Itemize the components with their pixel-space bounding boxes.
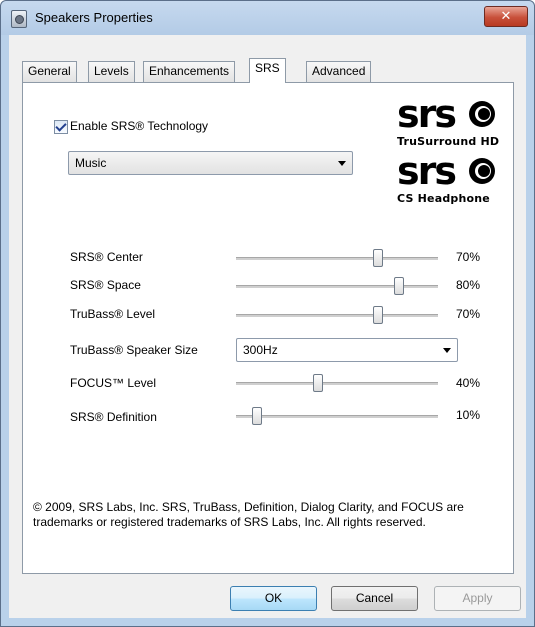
enable-srs-checkbox[interactable]	[54, 120, 68, 134]
window-title: Speakers Properties	[35, 10, 153, 25]
srs-logo-mark: srs	[397, 149, 457, 193]
cancel-button[interactable]: Cancel	[331, 586, 418, 611]
srs-center-slider[interactable]	[236, 248, 438, 268]
logo-subtitle: TruSurround HD	[397, 135, 500, 148]
srs-center-value: 70%	[456, 250, 481, 264]
slider-thumb[interactable]	[312, 374, 323, 392]
srs-logo-mark: srs	[397, 92, 457, 136]
focus-level-slider[interactable]	[236, 373, 438, 393]
trubass-level-slider[interactable]	[236, 305, 438, 325]
trubass-speaker-size-label: TruBass® Speaker Size	[70, 343, 198, 357]
chevron-down-icon	[338, 161, 346, 166]
focus-level-label: FOCUS™ Level	[70, 376, 157, 390]
ok-button[interactable]: OK	[230, 586, 317, 611]
preset-value: Music	[75, 156, 107, 170]
tab-levels[interactable]: Levels	[88, 61, 135, 82]
speaker-icon	[11, 10, 27, 28]
srs-space-label: SRS® Space	[70, 278, 141, 292]
slider-thumb[interactable]	[393, 277, 404, 295]
srs-definition-value: 10%	[456, 408, 481, 422]
focus-level-value: 40%	[456, 376, 481, 390]
title-bar[interactable]: Speakers Properties ✕	[1, 1, 534, 35]
srs-trusurround-logo: srs TruSurround HD	[397, 95, 502, 150]
slider-thumb[interactable]	[252, 407, 263, 425]
tab-srs[interactable]: SRS	[249, 58, 286, 83]
srs-space-value: 80%	[456, 278, 481, 292]
enable-srs-label[interactable]: Enable SRS® Technology	[70, 119, 208, 133]
trubass-level-value: 70%	[456, 307, 481, 321]
copyright-notice: © 2009, SRS Labs, Inc. SRS, TruBass, Def…	[33, 500, 464, 529]
srs-headphone-logo: srs CS Headphone	[397, 152, 502, 207]
logo-subtitle: CS Headphone	[397, 192, 490, 205]
chevron-down-icon	[443, 348, 451, 353]
slider-track	[236, 415, 438, 418]
srs-orb-icon	[469, 158, 495, 184]
speaker-size-value: 300Hz	[243, 343, 278, 357]
slider-thumb[interactable]	[373, 249, 384, 267]
tab-advanced[interactable]: Advanced	[306, 61, 372, 82]
tab-general[interactable]: General	[22, 61, 77, 82]
trubass-level-label: TruBass® Level	[70, 307, 156, 321]
tab-enhancements[interactable]: Enhancements	[143, 61, 236, 82]
close-button[interactable]: ✕	[484, 6, 528, 27]
srs-center-label: SRS® Center	[70, 250, 143, 264]
slider-track	[236, 314, 438, 317]
speaker-size-dropdown[interactable]: 300Hz	[236, 338, 458, 362]
srs-definition-slider[interactable]	[236, 406, 438, 426]
slider-track	[236, 257, 438, 260]
slider-thumb[interactable]	[373, 306, 384, 324]
srs-orb-icon	[469, 101, 495, 127]
preset-dropdown[interactable]: Music	[68, 151, 353, 175]
slider-track	[236, 382, 438, 385]
srs-space-slider[interactable]	[236, 276, 438, 296]
apply-button[interactable]: Apply	[434, 586, 521, 611]
slider-track	[236, 285, 438, 288]
srs-definition-label: SRS® Definition	[70, 410, 157, 424]
